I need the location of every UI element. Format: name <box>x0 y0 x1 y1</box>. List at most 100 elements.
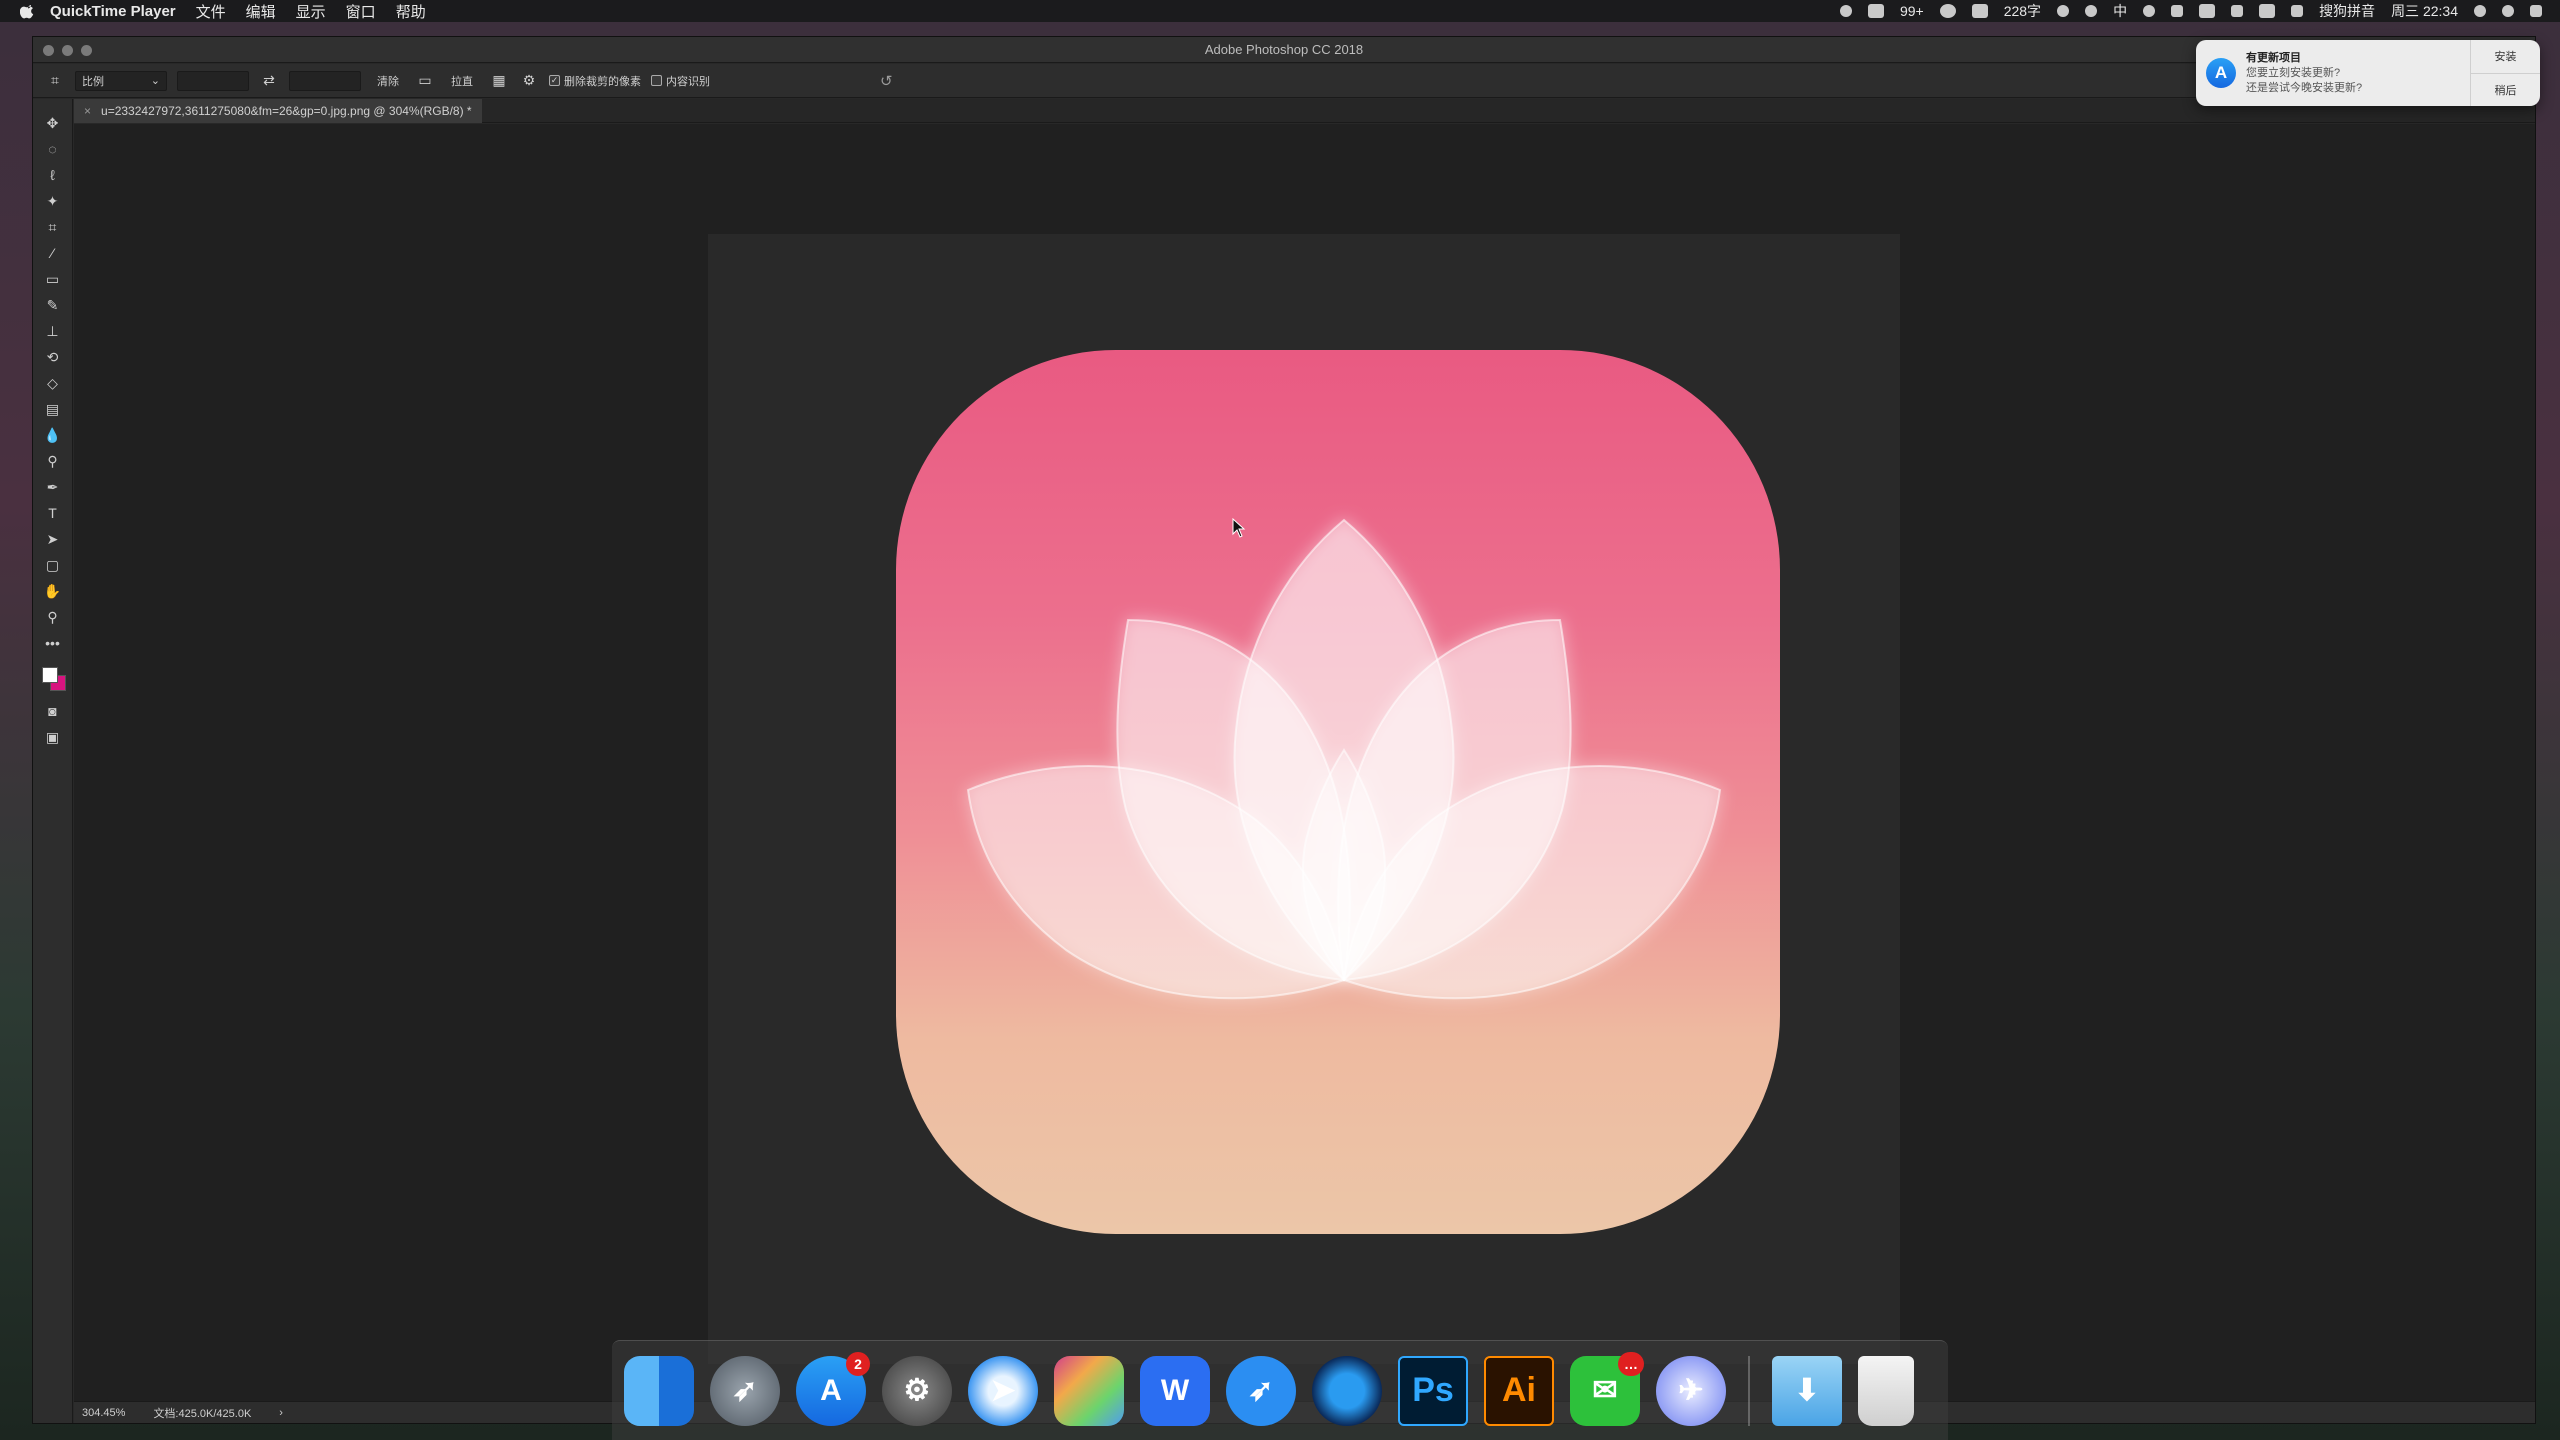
magic-wand-tool-icon[interactable]: ✦ <box>43 193 63 209</box>
foreground-color-swatch[interactable] <box>41 667 58 683</box>
input-mode[interactable]: 中 <box>2113 1 2127 21</box>
color-swatches[interactable] <box>40 665 66 693</box>
marquee-tool-icon[interactable]: ◌ <box>43 141 63 157</box>
rectangle-tool-icon[interactable]: ▢ <box>43 557 63 573</box>
bird-icon[interactable]: ✈ <box>1656 1355 1726 1426</box>
type-tool-icon[interactable]: T <box>43 505 63 521</box>
spotlight-search-icon[interactable] <box>2474 5 2486 17</box>
ratio-select-value: 比例 <box>82 75 104 88</box>
delete-cropped-pixels-checkbox[interactable]: ✓ 删除裁剪的像素 <box>549 73 641 89</box>
dock: ➶ A 2 ⚙ ➤ W ➶ Ps Ai ✉ … ✈ ⬇ <box>612 1340 1948 1440</box>
document-canvas[interactable] <box>708 234 1900 1364</box>
volume-icon[interactable] <box>2259 4 2276 18</box>
ratio-select[interactable]: 比例 ⌄ <box>75 70 167 91</box>
status-circle-icon[interactable] <box>2085 5 2098 17</box>
apple-icon[interactable] <box>20 3 36 19</box>
record-icon[interactable] <box>1839 5 1852 17</box>
close-window-button[interactable] <box>43 45 54 56</box>
word-count[interactable]: 228字 <box>2004 1 2041 21</box>
reset-icon[interactable]: ↺ <box>880 72 893 90</box>
screen-mode-icon[interactable]: ▣ <box>43 729 63 745</box>
document-size[interactable]: 文档:425.0K/425.0K <box>153 1405 251 1421</box>
downloads-folder-icon[interactable]: ⬇ <box>1772 1355 1842 1426</box>
menu-bar: QuickTime Player 文件 编辑 显示 窗口 帮助 99+ 228字… <box>0 0 2560 22</box>
lasso-tool-icon[interactable]: ℓ <box>43 167 63 183</box>
update-notification[interactable]: A 有更新项目 您要立刻安装更新? 还是尝试今晚安装更新? 安装 稍后 <box>2196 40 2540 106</box>
lark-icon[interactable]: ➶ <box>1226 1355 1296 1426</box>
sync-icon[interactable] <box>2057 5 2070 17</box>
eraser-tool-icon[interactable]: ◇ <box>43 375 63 391</box>
ratio-width-input[interactable] <box>177 70 249 91</box>
illustrator-icon[interactable]: Ai <box>1484 1355 1554 1426</box>
zoom-tool-icon[interactable]: ⚲ <box>43 609 63 625</box>
overlay-grid-icon[interactable]: ▦ <box>489 72 509 90</box>
straighten-icon[interactable]: ▭ <box>415 72 435 90</box>
wps-icon[interactable]: W <box>1140 1355 1210 1426</box>
active-app-name[interactable]: QuickTime Player <box>50 3 176 20</box>
siri-icon[interactable] <box>2502 5 2514 17</box>
hand-tool-icon[interactable]: ✋ <box>43 583 63 599</box>
document-tab[interactable]: × u=2332427972,3611275080&fm=26&gp=0.jpg… <box>74 98 482 123</box>
compass-icon[interactable]: ➤ <box>968 1355 1038 1426</box>
clock[interactable]: 周三 22:34 <box>2391 1 2458 21</box>
canvas-area[interactable] <box>74 124 2535 1401</box>
wifi-icon[interactable] <box>2199 4 2216 18</box>
content-aware-checkbox[interactable]: 内容识别 <box>651 73 710 89</box>
finder-icon[interactable] <box>624 1355 694 1426</box>
notification-center-icon[interactable] <box>2530 5 2542 17</box>
gradient-tool-icon[interactable]: ▤ <box>43 401 63 417</box>
app-status-icon[interactable] <box>1971 4 1988 18</box>
menu-file[interactable]: 文件 <box>196 1 226 22</box>
ratio-height-input[interactable] <box>289 70 361 91</box>
zoom-window-button[interactable] <box>81 45 92 56</box>
clone-stamp-tool-icon[interactable]: ⊥ <box>43 323 63 339</box>
path-selection-tool-icon[interactable]: ➤ <box>43 531 63 547</box>
crop-tool-preset-icon[interactable]: ⌗ <box>45 72 65 90</box>
brush-tool-icon[interactable]: ✎ <box>43 297 63 313</box>
crop-tool-icon[interactable]: ⌗ <box>43 219 63 235</box>
browser-icon[interactable] <box>1312 1355 1382 1426</box>
photoshop-icon[interactable]: Ps <box>1398 1355 1468 1426</box>
wechat-status-icon[interactable] <box>1867 4 1884 18</box>
input-method-name[interactable]: 搜狗拼音 <box>2319 1 2375 21</box>
weibo-icon[interactable] <box>1939 4 1956 18</box>
bluetooth-icon[interactable] <box>2171 5 2184 17</box>
clear-button[interactable]: 清除 <box>371 71 405 91</box>
straighten-button[interactable]: 拉直 <box>445 71 479 91</box>
swap-icon[interactable]: ⇄ <box>259 72 279 90</box>
document-tab-title: u=2332427972,3611275080&fm=26&gp=0.jpg.p… <box>101 103 472 118</box>
eyedropper-tool-icon[interactable]: ⁄ <box>43 245 63 261</box>
close-tab-icon[interactable]: × <box>84 104 91 118</box>
accessibility-icon[interactable] <box>2143 5 2156 17</box>
zoom-level[interactable]: 304.45% <box>82 1407 125 1419</box>
minimize-window-button[interactable] <box>62 45 73 56</box>
gear-icon[interactable]: ⚙ <box>882 1355 952 1426</box>
menu-help[interactable]: 帮助 <box>396 1 426 22</box>
install-button[interactable]: 安装 <box>2471 40 2540 74</box>
menu-edit[interactable]: 编辑 <box>246 1 276 22</box>
checkbox-checked-icon: ✓ <box>549 75 560 86</box>
notification-body[interactable]: A 有更新项目 您要立刻安装更新? 还是尝试今晚安装更新? <box>2196 40 2470 106</box>
eject-icon[interactable] <box>2231 5 2244 17</box>
dodge-tool-icon[interactable]: ⚲ <box>43 453 63 469</box>
tools-panel: ✥ ◌ ℓ ✦ ⌗ ⁄ ▭ ✎ ⊥ ⟲ ◇ ▤ 💧 ⚲ ✒ T ➤ ▢ ✋ ⚲ … <box>33 99 73 1423</box>
move-tool-icon[interactable]: ✥ <box>43 115 63 131</box>
more-tools-icon[interactable]: ••• <box>43 635 63 651</box>
pen-tool-icon[interactable]: ✒ <box>43 479 63 495</box>
title-bar: Adobe Photoshop CC 2018 <box>33 37 2535 63</box>
app-store-icon[interactable]: A 2 <box>796 1351 870 1426</box>
wechat-icon[interactable]: ✉ … <box>1570 1351 1644 1426</box>
quick-mask-icon[interactable]: ◙ <box>43 703 63 719</box>
trash-icon[interactable] <box>1858 1355 1914 1426</box>
menu-view[interactable]: 显示 <box>296 1 326 22</box>
status-menu-arrow-icon[interactable]: › <box>279 1407 283 1419</box>
rocket-icon[interactable]: ➶ <box>710 1355 780 1426</box>
menu-window[interactable]: 窗口 <box>346 1 376 22</box>
input-method-icon[interactable] <box>2291 5 2304 17</box>
settings-gear-icon[interactable]: ⚙ <box>519 72 539 90</box>
healing-brush-tool-icon[interactable]: ▭ <box>43 271 63 287</box>
later-button[interactable]: 稍后 <box>2471 74 2540 107</box>
history-brush-tool-icon[interactable]: ⟲ <box>43 349 63 365</box>
clapperboard-icon[interactable] <box>1054 1355 1124 1426</box>
blur-tool-icon[interactable]: 💧 <box>43 427 63 443</box>
